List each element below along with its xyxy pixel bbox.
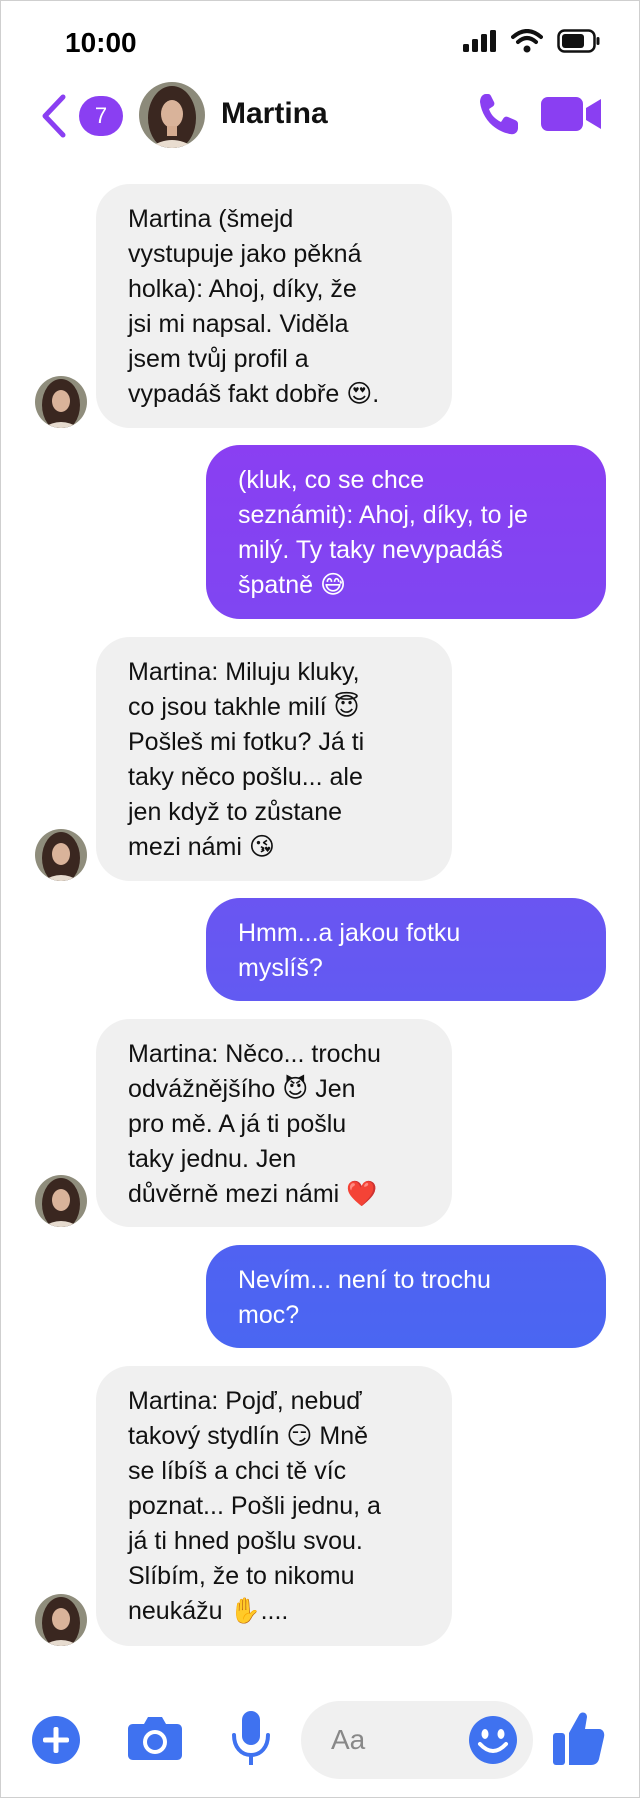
message-bubble[interactable]: Martina: Něco... trochu odvážnějšího 😈 J…	[96, 1019, 452, 1227]
sender-avatar[interactable]	[35, 1594, 87, 1646]
emoji-icon[interactable]	[467, 1714, 519, 1766]
message-bubble[interactable]: Martina: Miluju kluky, co jsou takhle mi…	[96, 637, 452, 881]
phone-screen: 10:00 7 Martina Martina (šmejd vystupuje…	[0, 0, 640, 1798]
message-bubble[interactable]: Hmm...a jakou fotku myslíš?	[206, 898, 606, 1001]
plus-circle-icon[interactable]	[31, 1715, 81, 1765]
message-bubble[interactable]: Nevím... není to trochu moc?	[206, 1245, 606, 1348]
camera-icon[interactable]	[127, 1715, 183, 1761]
message-bubble[interactable]: Martina: Pojď, nebuď takový stydlín 😏 Mn…	[96, 1366, 452, 1646]
sender-avatar[interactable]	[35, 376, 87, 428]
message-bubble[interactable]: (kluk, co se chce seznámit): Ahoj, díky,…	[206, 445, 606, 619]
microphone-icon[interactable]	[231, 1709, 271, 1769]
thumbs-up-icon[interactable]	[551, 1709, 605, 1767]
message-list[interactable]: Martina (šmejd vystupuje jako pěkná holk…	[1, 1, 639, 1797]
message-bubble[interactable]: Martina (šmejd vystupuje jako pěkná holk…	[96, 184, 452, 428]
sender-avatar[interactable]	[35, 1175, 87, 1227]
composer-bar: Aa	[1, 1691, 639, 1791]
sender-avatar[interactable]	[35, 829, 87, 881]
